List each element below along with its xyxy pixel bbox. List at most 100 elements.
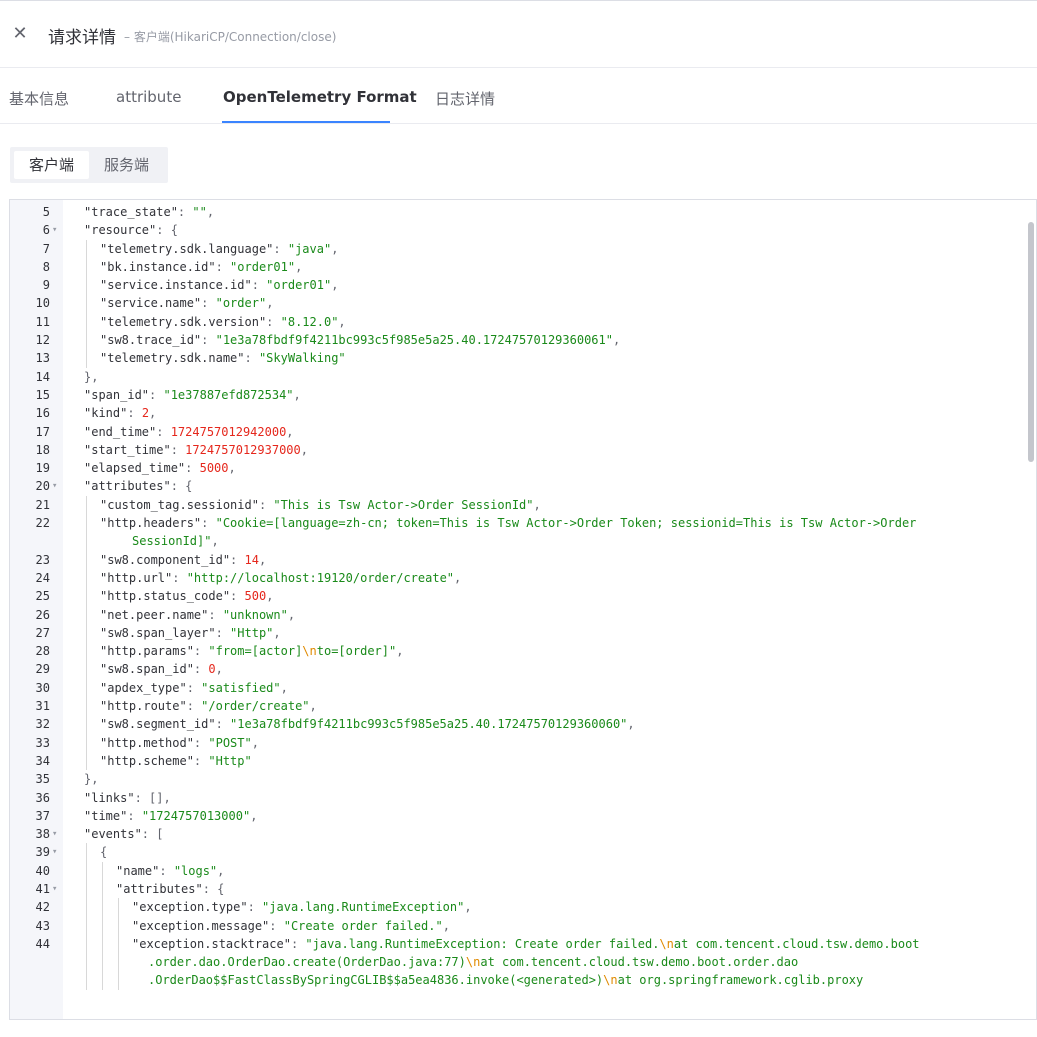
tab-basic-info[interactable]: 基本信息 xyxy=(9,88,69,109)
line-number: 37 xyxy=(35,808,50,823)
code-text: }, xyxy=(84,770,98,788)
code-token: "name" xyxy=(116,863,160,878)
code-text: "name": "logs", xyxy=(116,862,224,880)
code-line: 33 "http.method": "POST", xyxy=(10,733,1020,752)
code-token: "service.instance.id" xyxy=(100,278,252,293)
tab-bar: 基本信息 attribute OpenTelemetry Format 日志详情 xyxy=(0,68,1037,124)
code-token: "satisfied" xyxy=(201,680,281,695)
code-token: "sw8.trace_id" xyxy=(100,333,202,348)
code-line: 24 "http.url": "http://localhost:19120/or… xyxy=(10,568,1020,588)
code-text: "net.peer.name": "unknown", xyxy=(100,606,295,624)
fold-caret-icon[interactable]: ▾ xyxy=(52,825,57,843)
fold-caret-icon[interactable]: ▾ xyxy=(52,880,57,898)
code-token: "telemetry.sdk.version" xyxy=(100,314,267,329)
code-token: : xyxy=(193,753,209,768)
code-token: 0 xyxy=(208,662,216,677)
code-text: "http.status_code": 500, xyxy=(100,587,273,605)
code-token: "This is Tsw Actor->Order SessionId" xyxy=(273,497,534,512)
code-text: "bk.instance.id": "order01", xyxy=(100,258,302,276)
code-token: "" xyxy=(192,205,207,219)
indent-guide xyxy=(86,715,87,734)
line-number: 22 xyxy=(35,516,50,531)
code-token: "service.name" xyxy=(100,296,202,311)
code-token: : xyxy=(201,516,216,531)
code-token: : xyxy=(215,717,231,732)
code-token: "unknown" xyxy=(222,607,288,622)
code-token: : xyxy=(170,442,186,457)
code-token: , xyxy=(287,607,296,622)
code-text: "telemetry.sdk.language": "java", xyxy=(100,240,338,258)
code-token: , xyxy=(266,296,274,311)
drawer-header: ✕ 请求详情 – 客户端(HikariCP/Connection/close) xyxy=(0,0,1037,68)
code-text: "span_id": "1e37887efd872534", xyxy=(84,386,301,404)
json-code-editor[interactable]: 5 "trace_state": "", 6 ▾ "resource": {7 "tele… xyxy=(9,199,1037,1020)
code-line: 19 "elapsed_time": 5000, xyxy=(10,459,1020,477)
code-line: 10 "service.name": "order", xyxy=(10,294,1020,313)
code-token: "Cookie=[language=zh-cn; token=This is T… xyxy=(215,516,917,531)
code-token: : xyxy=(244,351,259,366)
code-token: , xyxy=(295,259,303,274)
code-token: , xyxy=(273,625,281,640)
code-token: "http.url" xyxy=(100,570,173,585)
code-token: : xyxy=(251,278,267,293)
code-token: "sw8.span_layer" xyxy=(100,625,216,640)
line-number: 27 xyxy=(35,625,50,640)
page-subtitle: – 客户端(HikariCP/Connection/close) xyxy=(124,30,337,44)
tab-opentelemetry-format[interactable]: OpenTelemetry Format xyxy=(223,88,417,106)
code-token: : [], xyxy=(134,790,171,805)
indent-guide xyxy=(86,331,87,350)
tab-log-details[interactable]: 日志详情 xyxy=(435,88,495,109)
switch-server-button[interactable]: 服务端 xyxy=(89,151,164,179)
code-line: 18 "start_time": 1724757012937000, xyxy=(10,441,1020,459)
code-text: "exception.stacktrace": "java.lang.Runti… xyxy=(132,935,920,953)
indent-guide xyxy=(118,898,119,917)
code-token: { xyxy=(100,845,108,860)
fold-caret-icon[interactable]: ▾ xyxy=(52,843,57,861)
line-number: 18 xyxy=(35,442,50,457)
code-content: 5 "trace_state": "", 6 ▾ "resource": {7 "tele… xyxy=(10,203,1020,990)
code-text: "kind": 2, xyxy=(84,404,156,422)
fold-caret-icon[interactable]: ▾ xyxy=(52,221,57,239)
code-text: "end_time": 1724757012942000, xyxy=(84,423,294,441)
code-text: "time": "1724757013000", xyxy=(84,807,257,825)
code-line: 20 ▾ "attributes": { xyxy=(10,477,1020,495)
indent-guide xyxy=(86,953,87,972)
line-number: 32 xyxy=(35,717,50,732)
fold-caret-icon[interactable]: ▾ xyxy=(52,477,57,495)
code-text: "sw8.span_id": 0, xyxy=(100,660,223,678)
code-token: "links" xyxy=(84,790,135,805)
indent-guide xyxy=(86,568,87,588)
indent-guide xyxy=(86,642,87,661)
active-tab-indicator xyxy=(222,121,390,123)
code-token: : xyxy=(193,644,209,659)
indent-guide xyxy=(86,257,87,277)
code-text: .OrderDao$$FastClassBySpringCGLIB$$a5ea4… xyxy=(148,971,863,989)
line-number: 19 xyxy=(35,461,50,476)
line-number: 35 xyxy=(35,772,50,787)
indent-guide xyxy=(86,587,87,606)
code-token: , xyxy=(280,680,288,695)
code-text: "exception.message": "Create order faile… xyxy=(132,917,450,935)
vertical-scrollbar[interactable] xyxy=(1028,222,1034,462)
code-token: , xyxy=(217,863,225,878)
indent-guide xyxy=(86,623,87,643)
close-icon[interactable]: ✕ xyxy=(11,25,29,43)
code-text: "http.route": "/order/create", xyxy=(100,697,317,715)
code-line: 22 "http.headers": "Cookie=[language=zh-c… xyxy=(10,514,1020,533)
code-token: , xyxy=(533,497,541,512)
code-token: , xyxy=(454,570,462,585)
switch-client-button[interactable]: 客户端 xyxy=(14,151,90,179)
code-token: "telemetry.sdk.language" xyxy=(100,241,274,256)
line-number: 20 xyxy=(35,479,50,494)
code-token: "start_time" xyxy=(84,442,171,457)
code-token: "bk.instance.id" xyxy=(100,259,216,274)
indent-guide xyxy=(86,550,87,569)
code-token: \n xyxy=(302,644,317,659)
code-token: }, xyxy=(84,772,99,787)
indent-guide xyxy=(118,953,119,972)
line-number: 33 xyxy=(35,735,50,750)
line-number: 42 xyxy=(35,900,50,915)
tab-attribute[interactable]: attribute xyxy=(116,88,181,106)
line-number: 10 xyxy=(35,296,50,311)
indent-guide xyxy=(102,934,103,954)
